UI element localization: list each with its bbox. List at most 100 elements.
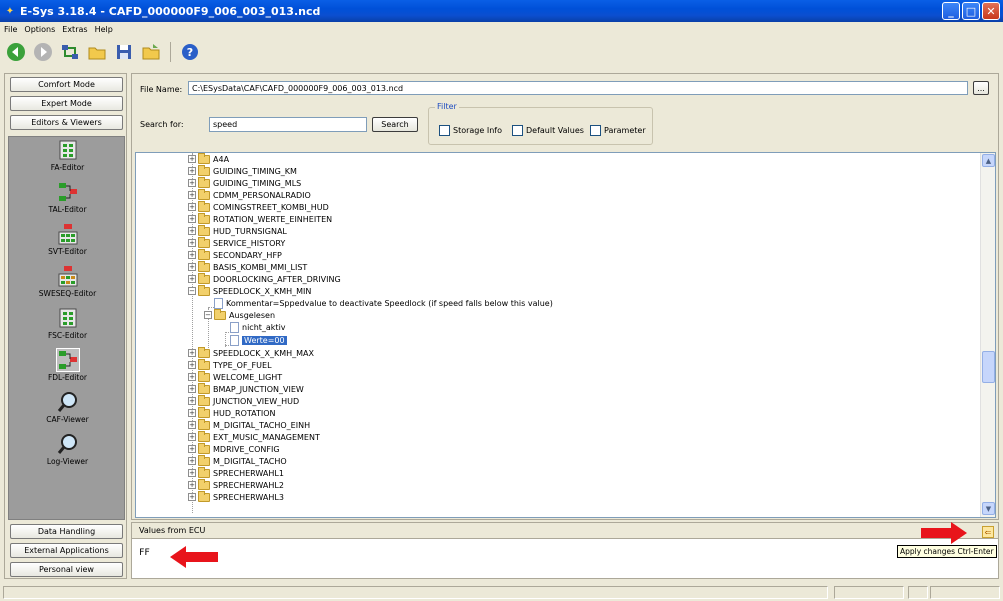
node-label: SPRECHERWAHL1 <box>213 468 284 478</box>
tree-node[interactable]: + JUNCTION_VIEW_HUD <box>188 394 299 407</box>
fdl-editor-label: FDL-Editor <box>47 373 88 382</box>
tree-node[interactable]: + DOORLOCKING_AFTER_DRIVING <box>188 272 341 285</box>
close-button[interactable]: ✕ <box>982 2 1000 20</box>
folder-icon <box>198 346 210 358</box>
storage-info-checkbox[interactable]: Storage Info <box>439 125 502 136</box>
editors-viewers-button[interactable]: Editors & Viewers <box>10 115 123 130</box>
save-icon[interactable] <box>114 42 134 62</box>
status-bar <box>0 584 1003 601</box>
tree-node[interactable]: + CDMM_PERSONALRADIO <box>188 188 311 201</box>
fa-editor-icon <box>59 140 76 160</box>
title-bar: ✦ E-Sys 3.18.4 - CAFD_000000F9_006_003_0… <box>0 0 1003 22</box>
apply-changes-icon[interactable]: ⇐ <box>982 526 994 538</box>
menu-help[interactable]: Help <box>95 25 113 34</box>
sweseq-editor-tool[interactable]: SWESEQ-Editor <box>9 265 126 298</box>
data-handling-button[interactable]: Data Handling <box>10 524 123 539</box>
filter-title: Filter <box>435 102 459 111</box>
document-icon <box>230 321 239 333</box>
back-icon[interactable] <box>6 42 26 62</box>
expert-mode-button[interactable]: Expert Mode <box>10 96 123 111</box>
fa-editor-tool[interactable]: FA-Editor <box>9 139 126 172</box>
caf-viewer-tool[interactable]: CAF-Viewer <box>9 391 126 424</box>
tree-node[interactable]: + HUD_TURNSIGNAL <box>188 224 287 237</box>
tree-node[interactable]: + SECONDARY_HFP <box>188 248 282 261</box>
tree-node-open[interactable]: − SPEEDLOCK_X_KMH_MIN <box>188 284 311 297</box>
magnifier-icon <box>57 434 77 454</box>
minimize-button[interactable]: _ <box>942 2 960 20</box>
tree-node-comment[interactable]: Kommentar=Sppedvalue to deactivate Speed… <box>214 297 553 309</box>
tree-scrollbar[interactable]: ▲ ▼ <box>980 153 995 517</box>
search-button[interactable]: Search <box>372 117 418 132</box>
window-title: E-Sys 3.18.4 - CAFD_000000F9_006_003_013… <box>20 4 321 18</box>
parameter-tree[interactable]: + A4A + GUIDING_TIMING_KM + GUIDING_TIMING_… <box>135 152 996 518</box>
file-name-field[interactable]: C:\ESysData\CAF\CAFD_000000F9_006_003_01… <box>188 81 968 95</box>
folder-icon <box>198 153 210 164</box>
filter-group: Filter Storage Info Default Values Param… <box>428 102 653 145</box>
tree-node-werte[interactable]: Werte=00 <box>230 334 287 346</box>
tree-node-nicht-aktiv[interactable]: nicht_aktiv <box>230 321 286 333</box>
log-viewer-tool[interactable]: Log-Viewer <box>9 433 126 466</box>
tree-node[interactable]: + SPEEDLOCK_X_KMH_MAX <box>188 346 314 359</box>
status-segment <box>908 586 928 599</box>
menu-file[interactable]: File <box>4 25 17 34</box>
scroll-down-icon[interactable]: ▼ <box>982 502 995 515</box>
fsc-editor-tool[interactable]: FSC-Editor <box>9 307 126 340</box>
default-values-checkbox[interactable]: Default Values <box>512 125 584 136</box>
tree-node[interactable]: + MDRIVE_CONFIG <box>188 442 280 455</box>
search-input[interactable]: speed <box>209 117 367 132</box>
tree-node[interactable]: + SPRECHERWAHL2 <box>188 478 284 491</box>
checkbox-box <box>590 125 601 136</box>
tree-node[interactable]: + GUIDING_TIMING_KM <box>188 164 297 177</box>
menu-options[interactable]: Options <box>24 25 55 34</box>
tree-node[interactable]: + SERVICE_HISTORY <box>188 236 286 249</box>
open-folder-icon[interactable] <box>87 42 107 62</box>
tree-node[interactable]: + SPRECHERWAHL1 <box>188 466 284 479</box>
tree-node[interactable]: + ROTATION_WERTE_EINHEITEN <box>188 212 332 225</box>
tree-node[interactable]: + HUD_ROTATION <box>188 406 276 419</box>
node-label: SECONDARY_HFP <box>213 250 282 260</box>
tree-node[interactable]: + M_DIGITAL_TACHO_EINH <box>188 418 310 431</box>
menu-bar: File Options Extras Help <box>0 22 1003 36</box>
comfort-mode-button[interactable]: Comfort Mode <box>10 77 123 92</box>
svt-editor-tool[interactable]: SVT-Editor <box>9 223 126 256</box>
personal-view-button[interactable]: Personal view <box>10 562 123 577</box>
tree-node[interactable]: + A4A <box>188 153 229 165</box>
sweseq-editor-label: SWESEQ-Editor <box>38 289 97 298</box>
tree-node-ausgelesen[interactable]: − Ausgelesen <box>204 308 275 321</box>
tree-node[interactable]: + EXT_MUSIC_MANAGEMENT <box>188 430 320 443</box>
node-label: Kommentar=Sppedvalue to deactivate Speed… <box>226 298 553 308</box>
ecu-value-text[interactable]: FF <box>139 548 150 558</box>
connect-icon[interactable] <box>60 42 80 62</box>
node-label: SERVICE_HISTORY <box>213 238 286 248</box>
document-icon <box>214 297 223 309</box>
folder-icon <box>198 212 210 224</box>
tools-panel: FA-Editor TAL-Editor SVT-Editor SWESEQ-E… <box>8 136 125 520</box>
tree-node[interactable]: + GUIDING_TIMING_MLS <box>188 176 301 189</box>
tree-node[interactable]: + WELCOME_LIGHT <box>188 370 282 383</box>
scroll-thumb[interactable] <box>982 351 995 383</box>
tree-node[interactable]: + TYPE_OF_FUEL <box>188 358 272 371</box>
values-title: Values from ECU <box>139 526 206 535</box>
tal-editor-tool[interactable]: TAL-Editor <box>9 181 126 214</box>
tree-node[interactable]: + BASIS_KOMBI_MMI_LIST <box>188 260 308 273</box>
magnifier-icon <box>57 392 77 412</box>
node-label: BASIS_KOMBI_MMI_LIST <box>213 262 308 272</box>
tree-node[interactable]: + COMINGSTREET_KOMBI_HUD <box>188 200 329 213</box>
maximize-button[interactable]: □ <box>962 2 980 20</box>
external-applications-button[interactable]: External Applications <box>10 543 123 558</box>
node-label: EXT_MUSIC_MANAGEMENT <box>213 432 320 442</box>
open-file-icon[interactable] <box>141 42 161 62</box>
tree-node[interactable]: + BMAP_JUNCTION_VIEW <box>188 382 304 395</box>
scroll-up-icon[interactable]: ▲ <box>982 154 995 167</box>
fdl-editor-tool[interactable]: FDL-Editor <box>9 348 126 382</box>
node-label: M_DIGITAL_TACHO <box>213 456 287 466</box>
menu-extras[interactable]: Extras <box>62 25 87 34</box>
tree-node[interactable]: + SPRECHERWAHL3 <box>188 490 284 503</box>
folder-icon <box>198 200 210 212</box>
parameter-checkbox[interactable]: Parameter <box>590 125 646 136</box>
forward-icon[interactable] <box>33 42 53 62</box>
help-icon[interactable]: ? <box>180 42 200 62</box>
browse-button[interactable]: ... <box>973 81 989 95</box>
values-header: Values from ECU ⇐ <box>132 523 998 539</box>
tree-node[interactable]: + M_DIGITAL_TACHO <box>188 454 287 467</box>
